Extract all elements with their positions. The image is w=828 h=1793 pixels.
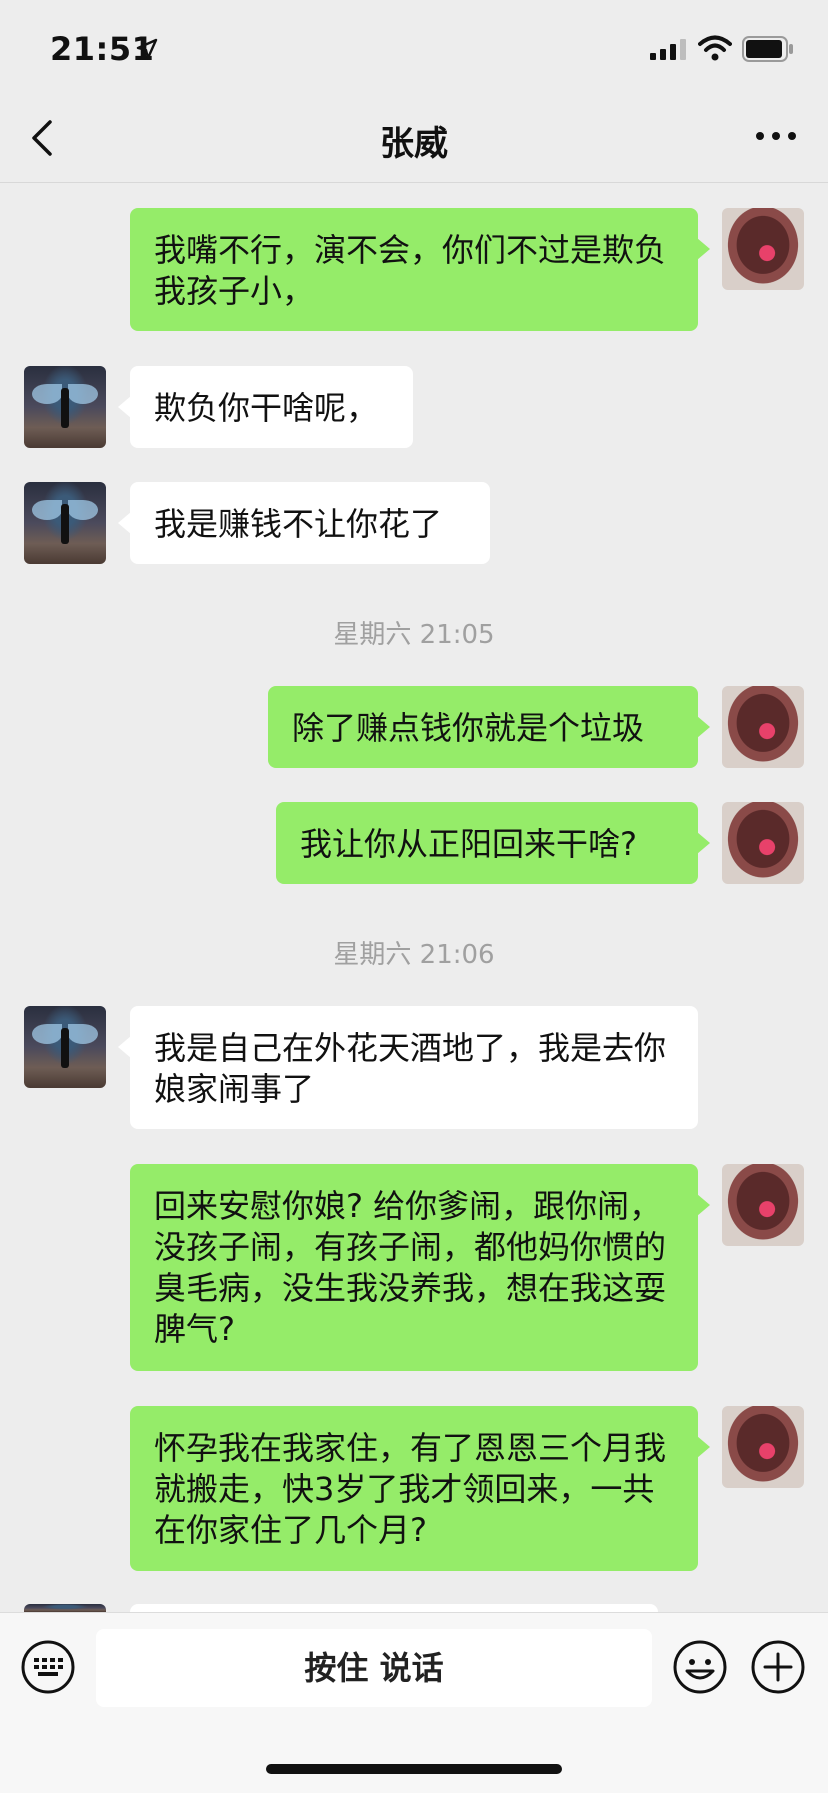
message-bubble-sent[interactable]: 我让你从正阳回来干啥?: [276, 802, 710, 884]
avatar-contact[interactable]: [24, 366, 106, 448]
avatar-me[interactable]: [722, 208, 804, 290]
ellipsis-icon[interactable]: [754, 126, 798, 146]
message-bubble-received[interactable]: 欺负你干啥呢，: [118, 366, 413, 448]
message-timestamp: 星期六 21:06: [333, 940, 495, 970]
wifi-icon: [698, 35, 732, 61]
location-arrow-icon: [136, 38, 158, 60]
smiley-icon[interactable]: [672, 1639, 728, 1695]
chat-header: 张威: [0, 96, 828, 183]
hold-to-talk-button[interactable]: 按住 说话: [96, 1629, 652, 1707]
avatar-me[interactable]: [722, 1164, 804, 1246]
avatar-me[interactable]: [722, 686, 804, 768]
chat-title: 张威: [380, 124, 448, 164]
avatar-contact[interactable]: [24, 1006, 106, 1088]
avatar-me[interactable]: [722, 802, 804, 884]
message-bubble-sent[interactable]: 怀孕我在我家住，有了恩恩三个月我就搬走，快3岁了我才领回来，一共在你家住了几个月…: [130, 1406, 710, 1571]
keyboard-icon[interactable]: [20, 1639, 76, 1695]
avatar-contact[interactable]: [24, 482, 106, 564]
message-bubble-received[interactable]: 我是自己在外花天酒地了，我是去你娘家闹事了: [118, 1006, 698, 1129]
avatar-contact: [24, 1604, 106, 1612]
message-bubble-sent[interactable]: 回来安慰你娘? 给你爹闹，跟你闹，没孩子闹，有孩子闹，都他妈你惯的臭毛病，没生我…: [130, 1164, 710, 1371]
plus-circle-icon[interactable]: [750, 1639, 806, 1695]
message-bubble-sent[interactable]: 我嘴不行，演不会，你们不过是欺负我孩子小，: [130, 208, 710, 331]
message-bubble-received[interactable]: 我是赚钱不让你花了: [118, 482, 490, 564]
home-indicator[interactable]: [266, 1764, 562, 1774]
message-bubble-sent[interactable]: 除了赚点钱你就是个垃圾: [268, 686, 710, 768]
battery-icon: [742, 36, 793, 62]
avatar-me[interactable]: [722, 1406, 804, 1488]
cellular-signal-icon: [650, 38, 686, 60]
message-bubble-received: [130, 1604, 658, 1612]
message-timestamp: 星期六 21:05: [333, 620, 495, 650]
status-bar: 21:51: [0, 0, 828, 96]
